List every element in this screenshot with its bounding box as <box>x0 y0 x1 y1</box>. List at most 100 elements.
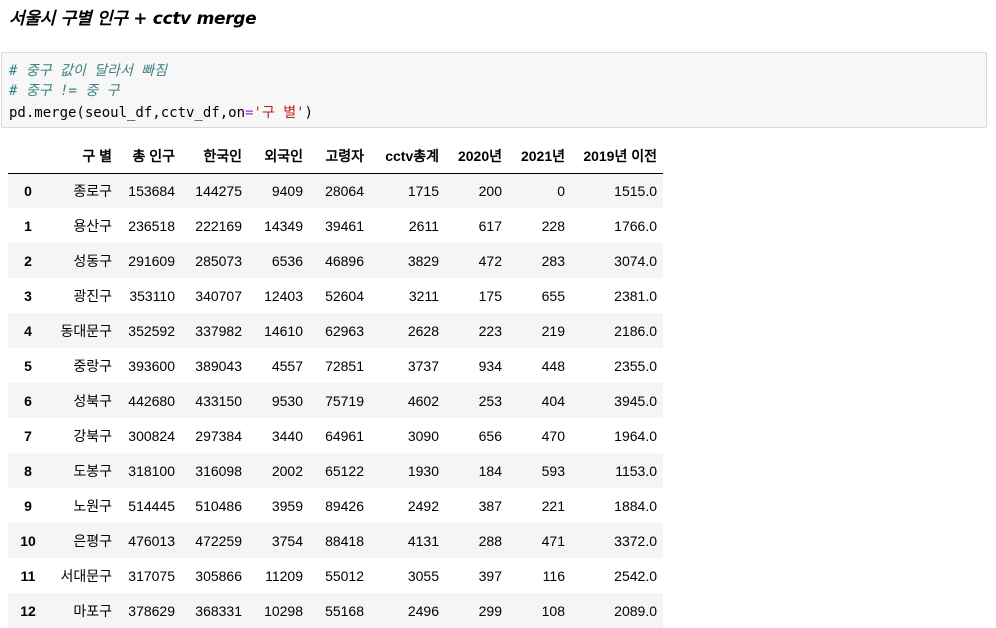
table-row: 8 도봉구 318100 316098 2002 65122 1930 184 593 1153.… <box>8 453 663 488</box>
cell-gu: 광진구 <box>73 287 112 304</box>
cell-before-2019: 1515.0 <box>614 182 657 199</box>
cell-elderly: 88418 <box>325 532 364 549</box>
cell-elderly: 55168 <box>325 602 364 619</box>
cell-total: 378629 <box>128 602 175 619</box>
header-2020: 2020년 <box>445 139 508 174</box>
cell-cctv: 2628 <box>407 322 439 339</box>
cell-total: 291609 <box>128 252 175 269</box>
cell-2021: 448 <box>541 357 565 374</box>
cell-before-2019: 1884.0 <box>614 497 657 514</box>
cell-2020: 617 <box>478 217 502 234</box>
cell-cctv: 2496 <box>407 602 439 619</box>
cell-total: 514445 <box>128 497 175 514</box>
table-row: 4 동대문구 352592 337982 14610 62963 2628 223 219 218… <box>8 313 663 348</box>
cell-foreign: 14610 <box>264 322 303 339</box>
header-before-2019: 2019년 이전 <box>571 139 663 174</box>
cell-korean: 285073 <box>195 252 242 269</box>
cell-elderly: 62963 <box>325 322 364 339</box>
cell-cctv: 3211 <box>408 287 439 304</box>
cell-2020: 288 <box>478 532 502 549</box>
cell-korean: 316098 <box>195 462 242 479</box>
cell-gu: 성동구 <box>73 252 112 269</box>
cell-total: 153684 <box>128 182 175 199</box>
code-cell[interactable]: # 중구 값이 달라서 빠짐 # 중구 != 중 구 pd.merge(seou… <box>1 52 987 128</box>
cell-cctv: 3090 <box>407 427 439 444</box>
cell-total: 353110 <box>129 287 175 304</box>
cell-total: 476013 <box>128 532 175 549</box>
cell-2020: 184 <box>478 462 502 479</box>
cell-elderly: 39461 <box>325 217 364 234</box>
cell-gu: 은평구 <box>73 532 112 549</box>
cell-cctv: 3737 <box>407 357 439 374</box>
cell-2021: 228 <box>541 217 565 234</box>
cell-korean: 305866 <box>195 567 242 584</box>
cell-korean: 144275 <box>195 182 242 199</box>
cell-elderly: 46896 <box>325 252 364 269</box>
table-row: 3 광진구 353110 340707 12403 52604 3211 175 655 2381… <box>8 278 663 313</box>
cell-gu: 노원구 <box>73 497 112 514</box>
cell-before-2019: 2186.0 <box>614 322 657 339</box>
cell-foreign: 3754 <box>271 532 303 549</box>
cell-2020: 253 <box>478 392 502 409</box>
row-index: 6 <box>24 392 32 409</box>
table-row: 6 성북구 442680 433150 9530 75719 4602 253 404 3945.… <box>8 383 663 418</box>
table-header-row: 구 별 총 인구 한국인 외국인 고령자 cctv총계 2020년 2021년 … <box>8 139 663 174</box>
cell-korean: 297384 <box>195 427 242 444</box>
cell-gu: 중랑구 <box>73 357 112 374</box>
row-index: 2 <box>24 252 32 269</box>
notebook-heading: 서울시 구별 인구 + cctv merge <box>9 9 257 29</box>
cell-2021: 219 <box>541 322 565 339</box>
row-index: 12 <box>20 602 36 619</box>
header-cctv-total: cctv총계 <box>370 139 445 174</box>
table-row: 7 강북구 300824 297384 3440 64961 3090 656 470 1964.… <box>8 418 663 453</box>
cell-before-2019: 3945.0 <box>614 392 657 409</box>
cell-total: 393600 <box>128 357 175 374</box>
table-row: 12 마포구 378629 368331 10298 55168 2496 299 108 208… <box>8 593 663 628</box>
row-index: 8 <box>24 462 32 479</box>
table-row: 0 종로구 153684 144275 9409 28064 1715 200 0 1515.0 <box>8 173 663 208</box>
cell-foreign: 4557 <box>271 357 303 374</box>
cell-foreign: 12403 <box>264 287 303 304</box>
code-merge-call: pd.merge(seoul_df,cctv_df,on <box>9 105 246 121</box>
row-index: 1 <box>24 217 32 234</box>
code-string-literal: '구 별' <box>253 105 305 121</box>
cell-cctv: 4131 <box>407 532 439 549</box>
code-comment-line-2: # 중구 != 중 구 <box>9 83 120 99</box>
header-total-population: 총 인구 <box>118 139 181 174</box>
header-index <box>8 139 48 174</box>
cell-cctv: 1930 <box>407 462 439 479</box>
cell-cctv: 3055 <box>407 567 439 584</box>
cell-before-2019: 3074.0 <box>614 252 657 269</box>
cell-total: 236518 <box>128 217 175 234</box>
table-row: 11 서대문구 317075 305866 11209 55012 3055 397 116 25… <box>8 558 663 593</box>
cell-before-2019: 1153.0 <box>615 462 657 479</box>
row-index: 4 <box>24 322 32 339</box>
row-index: 9 <box>24 497 32 514</box>
cell-2021: 0 <box>557 182 565 199</box>
cell-gu: 용산구 <box>73 217 112 234</box>
cell-gu: 동대문구 <box>60 322 112 339</box>
cell-elderly: 72851 <box>325 357 364 374</box>
cell-foreign: 6536 <box>271 252 303 269</box>
cell-gu: 강북구 <box>73 427 112 444</box>
cell-2021: 283 <box>541 252 565 269</box>
cell-foreign: 2002 <box>271 462 303 479</box>
cell-korean: 389043 <box>195 357 242 374</box>
cell-2020: 299 <box>478 602 502 619</box>
cell-gu: 종로구 <box>73 182 112 199</box>
cell-elderly: 65122 <box>325 462 364 479</box>
cell-elderly: 28064 <box>325 182 364 199</box>
cell-foreign: 11209 <box>265 567 303 584</box>
cell-cctv: 3829 <box>407 252 439 269</box>
cell-foreign: 3440 <box>271 427 303 444</box>
cell-gu: 마포구 <box>73 602 112 619</box>
cell-2020: 397 <box>478 567 502 584</box>
row-index: 0 <box>24 182 32 199</box>
cell-2020: 200 <box>478 182 502 199</box>
header-2021: 2021년 <box>508 139 571 174</box>
cell-before-2019: 1766.0 <box>614 217 657 234</box>
cell-2020: 934 <box>478 357 502 374</box>
table-row: 5 중랑구 393600 389043 4557 72851 3737 934 448 2355.… <box>8 348 663 383</box>
cell-before-2019: 2355.0 <box>614 357 657 374</box>
header-gu: 구 별 <box>48 139 118 174</box>
